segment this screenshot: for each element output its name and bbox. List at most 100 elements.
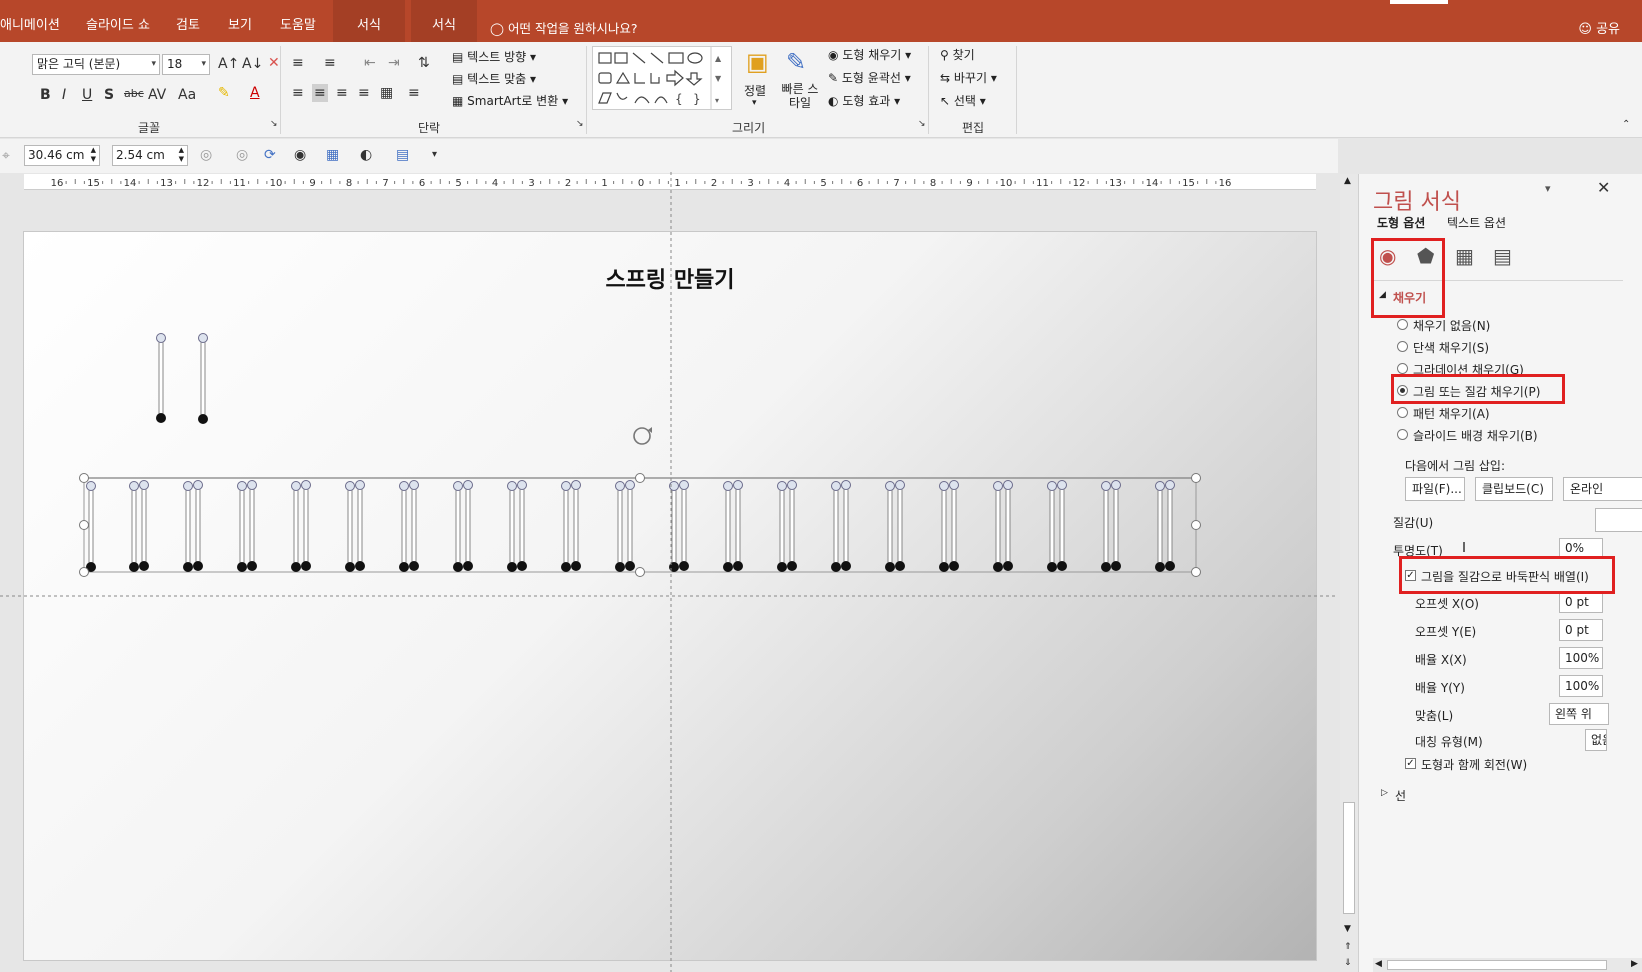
close-icon[interactable]: ✕ — [1597, 178, 1610, 197]
offset-y-input[interactable]: 0 pt — [1559, 619, 1603, 641]
radio-button[interactable] — [1397, 319, 1408, 330]
group-objects-icon[interactable]: ◎ — [200, 148, 212, 162]
dialog-launcher-icon[interactable]: ↘ — [270, 120, 278, 129]
font-color-icon[interactable]: A — [250, 86, 260, 100]
distributed-icon[interactable]: ▦ — [380, 86, 393, 100]
size-properties-icon[interactable]: ▦ — [1455, 244, 1474, 268]
slide-canvas[interactable]: 스프링 만들기 — [24, 232, 1316, 960]
radio-button[interactable] — [1397, 341, 1408, 352]
collapse-ribbon-icon[interactable]: ⌃ — [1622, 120, 1630, 130]
effects-icon[interactable]: ◐ — [360, 148, 372, 162]
shapes-gallery[interactable]: {} ▲ ▼ ▾ — [592, 46, 732, 110]
radio-button[interactable] — [1397, 429, 1408, 440]
ungroup-icon[interactable]: ◎ — [236, 148, 248, 162]
tell-me-search[interactable]: ◯ 어떤 작업을 원하시나요? — [490, 18, 638, 37]
bold-icon[interactable]: B — [40, 88, 51, 102]
replace-button[interactable]: ⇆ 바꾸기 ▾ — [940, 69, 997, 86]
tab-shape-options[interactable]: 도형 옵션 — [1377, 214, 1425, 231]
change-case-icon[interactable]: Aa — [178, 88, 196, 102]
alignment-select[interactable]: 왼쪽 위 — [1549, 703, 1609, 725]
expand-triangle-icon[interactable]: ▷ — [1381, 788, 1388, 798]
scroll-down-icon[interactable]: ▼ — [1344, 924, 1351, 934]
justify-icon[interactable]: ≡ — [358, 86, 370, 100]
online-button[interactable]: 온라인 — [1563, 477, 1642, 501]
shape-fill-button[interactable]: ◉ 도형 채우기 ▾ — [828, 46, 911, 63]
highlight-icon[interactable]: ✎ — [218, 86, 230, 100]
share-button[interactable]: ☺ 공유 — [1578, 18, 1620, 37]
align-right-icon[interactable]: ≡ — [336, 86, 348, 100]
font-name-combo[interactable]: 맑은 고딕 (본문) ▾ — [32, 54, 160, 75]
prev-slide-icon[interactable]: ⇑ — [1344, 942, 1352, 952]
vertical-scrollbar[interactable]: ▲ ▼ ⇑ ⇓ — [1340, 174, 1358, 972]
file-button[interactable]: 파일(F)... — [1405, 477, 1465, 501]
fill-icon[interactable]: ◉ — [294, 148, 306, 162]
scale-y-input[interactable]: 100% — [1559, 675, 1603, 697]
mirror-type-select[interactable]: 없음 — [1585, 729, 1607, 751]
align-objects-icon[interactable]: ▦ — [326, 148, 339, 162]
numbering-icon[interactable]: ≡ — [324, 56, 336, 70]
next-slide-icon[interactable]: ⇓ — [1344, 958, 1352, 968]
font-size-combo[interactable]: 18 ▾ — [162, 54, 210, 75]
spacing-icon[interactable]: AV — [148, 88, 166, 102]
transparency-input[interactable]: 0% — [1559, 538, 1603, 558]
decrease-indent-icon[interactable]: ⇤ — [364, 56, 376, 70]
tab-slideshow[interactable]: 슬라이드 쇼 — [86, 0, 150, 42]
increase-indent-icon[interactable]: ⇥ — [388, 56, 400, 70]
align-center-icon[interactable]: ≡ — [312, 84, 328, 102]
slider-handle[interactable] — [1463, 542, 1465, 552]
spin-arrows-icon[interactable]: ▲ ▼ — [179, 146, 184, 164]
tab-view[interactable]: 보기 — [228, 0, 252, 42]
dialog-launcher-icon[interactable]: ↘ — [576, 120, 584, 129]
smartart-button[interactable]: ▦ SmartArt로 변환 ▾ — [452, 92, 568, 109]
offset-x-input[interactable]: 0 pt — [1559, 591, 1603, 613]
scroll-left-icon[interactable]: ◀ — [1375, 959, 1382, 969]
dialog-launcher-icon[interactable]: ↘ — [918, 120, 926, 129]
tab-format-picture[interactable]: 서식 — [411, 0, 477, 42]
radio-button[interactable] — [1397, 407, 1408, 418]
tab-help[interactable]: 도움말 — [280, 0, 316, 42]
tab-format-drawing[interactable]: 서식 — [333, 0, 405, 42]
spring-bottom-joint — [993, 562, 1003, 572]
clear-format-icon[interactable]: ✕ — [268, 56, 280, 70]
shape-outline-button[interactable]: ✎ 도형 윤곽선 ▾ — [828, 69, 911, 86]
rotate-icon[interactable]: ⟳ — [264, 148, 276, 162]
section-line-header[interactable]: 선 — [1395, 787, 1406, 804]
align-left-icon[interactable]: ≡ — [292, 86, 304, 100]
shadow-icon[interactable]: S — [104, 88, 114, 102]
find-button[interactable]: ⚲ 찾기 — [940, 46, 975, 63]
tab-text-options[interactable]: 텍스트 옵션 — [1447, 214, 1506, 231]
bullets-icon[interactable]: ≡ — [292, 56, 304, 70]
height-spinner[interactable]: 2.54 cm ▲ ▼ — [112, 145, 188, 166]
scroll-thumb[interactable] — [1343, 802, 1355, 914]
pane-options-chevron-icon[interactable]: ▾ — [1545, 182, 1551, 195]
picture-icon[interactable]: ▤ — [1493, 244, 1512, 268]
customize-toolbar-icon[interactable]: ▾ — [432, 150, 437, 160]
align-text-button[interactable]: ▤ 텍스트 맞춤 ▾ — [452, 70, 536, 87]
scale-x-input[interactable]: 100% — [1559, 647, 1603, 669]
tab-review[interactable]: 검토 — [176, 0, 200, 42]
crop-icon[interactable]: ⌖ — [2, 149, 10, 163]
clipboard-button[interactable]: 클립보드(C) — [1475, 477, 1553, 501]
radio-button[interactable] — [1397, 363, 1408, 374]
grow-font-icon[interactable]: A↑ — [218, 57, 239, 71]
columns-icon[interactable]: ≡ — [408, 86, 420, 100]
transparency-slider[interactable] — [1463, 542, 1555, 552]
line-spacing-icon[interactable]: ⇅ — [418, 56, 430, 70]
italic-icon[interactable]: I — [62, 88, 66, 102]
scroll-up-icon[interactable]: ▲ — [1344, 176, 1351, 186]
scroll-thumb[interactable] — [1387, 960, 1607, 970]
strikethrough-icon[interactable]: abc — [124, 88, 144, 99]
scroll-right-icon[interactable]: ▶ — [1631, 959, 1638, 969]
shrink-font-icon[interactable]: A↓ — [242, 57, 263, 71]
texture-picker[interactable] — [1595, 508, 1642, 532]
spin-arrows-icon[interactable]: ▲ ▼ — [91, 146, 96, 164]
rotate-with-shape-checkbox[interactable]: ✓ — [1405, 758, 1416, 769]
selection-pane-icon[interactable]: ▤ — [396, 148, 409, 162]
underline-icon[interactable]: U — [82, 88, 92, 102]
shape-effects-button[interactable]: ◐ 도형 효과 ▾ — [828, 92, 900, 109]
width-spinner[interactable]: 30.46 cm ▲ ▼ — [24, 145, 100, 166]
text-direction-button[interactable]: ▤ 텍스트 방향 ▾ — [452, 48, 536, 65]
pane-horizontal-scrollbar[interactable]: ◀ ▶ — [1373, 958, 1642, 972]
select-button[interactable]: ↖ 선택 ▾ — [940, 92, 986, 109]
tab-animations[interactable]: 애니메이션 — [0, 0, 60, 42]
